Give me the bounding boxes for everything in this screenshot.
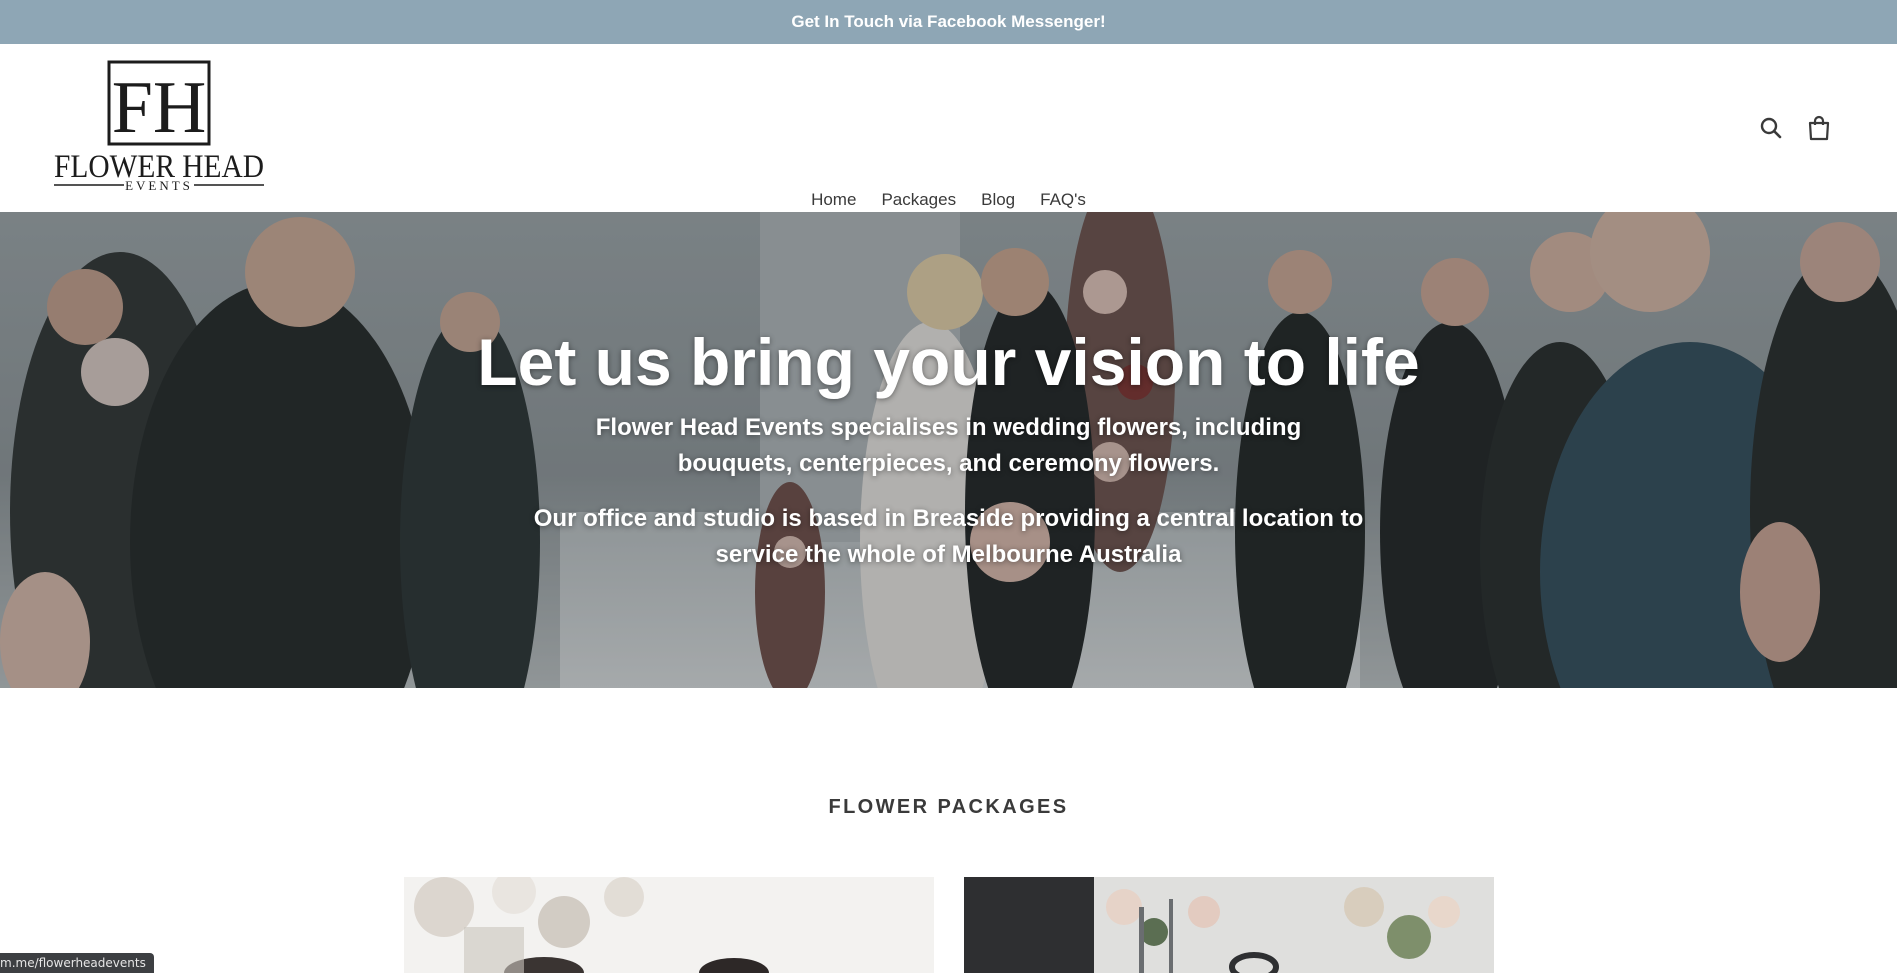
cart-button[interactable] [1805, 114, 1833, 142]
nav-item-faqs[interactable]: FAQ's [1040, 190, 1086, 213]
announcement-bar-link[interactable]: Get In Touch via Facebook Messenger! [0, 0, 1897, 44]
search-button[interactable] [1757, 114, 1785, 142]
hero-description: Flower Head Events specialises in weddin… [595, 414, 1302, 477]
site-header: FH FLOWER HEAD EVENTS Home Packages Blog… [0, 44, 1897, 213]
hero-banner: Let us bring your vision to life Flower … [0, 212, 1897, 688]
package-card-1[interactable] [404, 877, 934, 973]
package-image-table-setting [964, 877, 1494, 973]
nav-item-packages[interactable]: Packages [881, 190, 956, 213]
nav-item-home[interactable]: Home [811, 190, 857, 213]
hero-content: Let us bring your vision to life Flower … [0, 322, 1897, 573]
brand-logo[interactable]: FH FLOWER HEAD EVENTS [52, 60, 266, 196]
svg-text:FH: FH [112, 67, 207, 149]
cart-icon [1808, 115, 1830, 141]
search-icon [1760, 117, 1782, 139]
hero-location-text: Our office and studio is based in Breasi… [533, 505, 1364, 568]
hero-title: Let us bring your vision to life [477, 325, 1420, 399]
link-status-tooltip: m.me/flowerheadevents [0, 953, 154, 973]
nav-item-blog[interactable]: Blog [981, 190, 1015, 213]
package-card-2[interactable] [964, 877, 1494, 973]
package-image-bouquet [404, 877, 934, 973]
flower-head-events-logo: FH FLOWER HEAD EVENTS [54, 60, 264, 193]
packages-section-title: FLOWER PACKAGES [828, 796, 1069, 818]
